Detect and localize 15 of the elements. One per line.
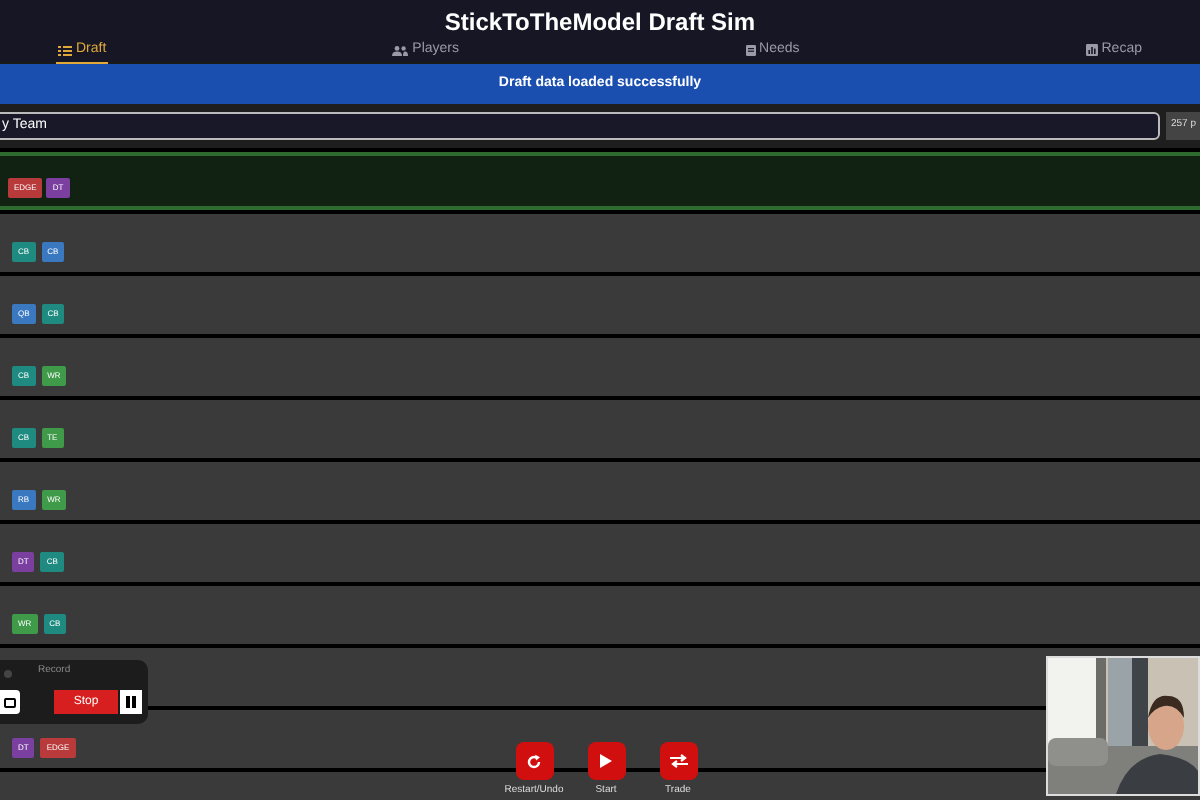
app-title: StickToTheModel Draft Sim — [444, 6, 756, 36]
refresh-icon — [526, 753, 542, 769]
pause-icon — [126, 696, 136, 708]
action-button[interactable] — [659, 742, 697, 780]
play-icon — [600, 754, 612, 768]
window-icon — [4, 697, 16, 707]
action-button[interactable] — [587, 742, 625, 780]
chart-icon — [1085, 44, 1098, 56]
action-button[interactable] — [515, 742, 553, 780]
list-icon — [58, 45, 72, 55]
people-icon — [392, 45, 409, 55]
swap-icon — [669, 754, 687, 768]
clipboard-icon — [745, 44, 756, 56]
window-button[interactable] — [0, 690, 20, 714]
pause-button[interactable] — [120, 690, 142, 714]
